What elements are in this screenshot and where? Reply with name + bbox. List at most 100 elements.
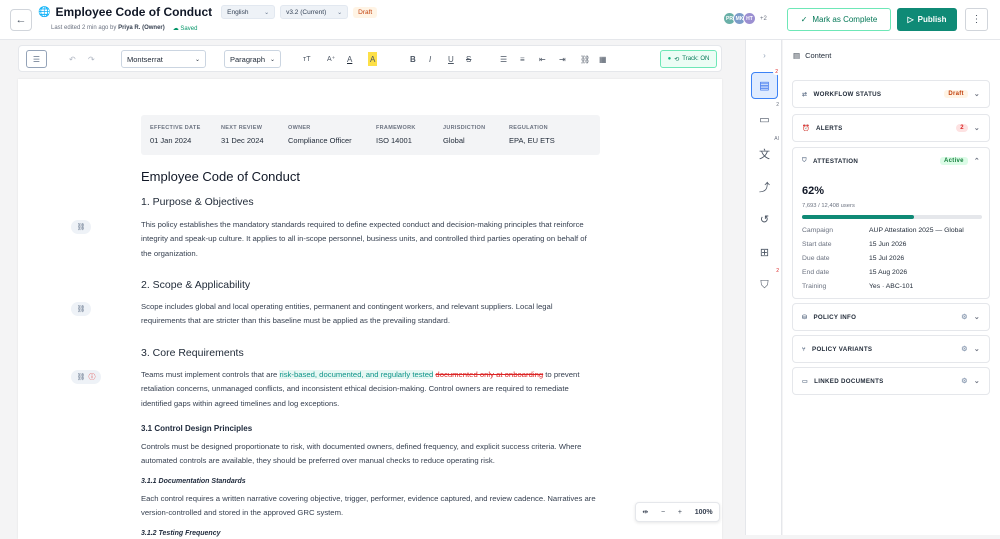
card-header[interactable]: ⇄ WORKFLOW STATUS Draft ⌄ — [793, 81, 989, 107]
text-color-icon[interactable]: A — [347, 52, 352, 66]
rail-translate-button[interactable]: 文 AI — [751, 136, 781, 167]
chevron-down-icon: ⌄ — [264, 9, 270, 16]
rail-analytics-button[interactable]: ⤴ — [751, 173, 778, 200]
row-value: 15 Jun 2026 — [869, 241, 907, 248]
workflow-status-card[interactable]: ⇄ WORKFLOW STATUS Draft ⌄ — [792, 80, 990, 108]
link-icon: ⛓ — [76, 306, 86, 313]
alerts-card[interactable]: ⏰ ALERTS 2 ⌄ — [792, 114, 990, 142]
meta-label: JURISDICTION — [443, 125, 486, 131]
subsection-heading[interactable]: 3.1 Control Design Principles — [141, 424, 252, 433]
section-link-button[interactable]: ⛓ — [71, 302, 91, 316]
publish-button[interactable]: ▷ Publish — [897, 8, 957, 31]
row-key: Campaign — [802, 227, 833, 234]
rail-comments-button[interactable]: ▭ 2 — [751, 102, 781, 133]
card-header[interactable]: ⑂ POLICY VARIANTS ⚙ ⌄ — [793, 336, 989, 362]
zoom-level[interactable]: 100% — [695, 509, 713, 516]
title-row: 🌐 Employee Code of Conduct English ⌄ v3.2… — [38, 5, 378, 19]
policy-variants-card[interactable]: ⑂ POLICY VARIANTS ⚙ ⌄ — [792, 335, 990, 363]
table-icon[interactable]: ▦ — [599, 52, 607, 66]
back-button[interactable]: ← — [10, 9, 32, 31]
avatar[interactable]: HT — [743, 12, 756, 25]
database-icon: ⛁ — [802, 313, 808, 321]
policy-info-card[interactable]: ⛁ POLICY INFO ⚙ ⌄ — [792, 303, 990, 331]
chevron-right-icon: › — [763, 50, 766, 60]
meta-cell: REGULATION EPA, EU ETS — [509, 125, 555, 145]
status-badge: Draft — [944, 90, 968, 98]
font-select[interactable]: Montserrat ⌄ — [121, 50, 206, 68]
paragraph[interactable]: Each control requires a written narrativ… — [141, 492, 596, 521]
linked-documents-card[interactable]: ▭ LINKED DOCUMENTS ⚙ ⌄ — [792, 367, 990, 395]
undo-icon[interactable]: ↶ — [69, 52, 76, 66]
more-options-button[interactable]: ⋮ — [965, 8, 988, 31]
arrow-left-icon: ← — [15, 14, 27, 26]
link-icon: ⛓ — [76, 224, 86, 231]
redo-icon[interactable]: ↷ — [88, 52, 95, 66]
card-title: POLICY INFO — [813, 313, 857, 321]
zoom-in-icon[interactable]: + — [678, 509, 682, 516]
section-heading[interactable]: 1. Purpose & Objectives — [141, 196, 254, 208]
tracked-insertion[interactable]: risk-based, documented, and regularly te… — [279, 370, 434, 379]
meta-value: Global — [443, 136, 465, 145]
panel-title: Content — [805, 51, 832, 60]
superscript-icon[interactable]: A⁺ — [327, 52, 335, 66]
outdent-icon[interactable]: ⇤ — [539, 52, 546, 66]
status-badge: Draft — [353, 6, 378, 18]
paragraph[interactable]: Controls must be designed proportionate … — [141, 440, 596, 469]
subsubsection-heading[interactable]: 3.1.2 Testing Frequency — [141, 530, 221, 537]
outline-toggle[interactable]: ☰ — [26, 50, 47, 68]
gear-icon[interactable]: ⚙ — [961, 377, 968, 385]
collapse-rail-button[interactable]: › — [751, 48, 778, 62]
gear-icon[interactable]: ⚙ — [961, 345, 968, 353]
text-size-icon[interactable]: тT — [303, 52, 310, 66]
rail-history-button[interactable]: ↺ — [751, 206, 778, 233]
zoom-out-icon[interactable]: − — [661, 509, 665, 516]
paragraph[interactable]: Scope includes global and local operatin… — [141, 300, 596, 329]
underline-icon[interactable]: U — [448, 52, 454, 66]
rail-content-button[interactable]: ▤ 2 — [751, 69, 780, 99]
version-select[interactable]: v3.2 (Current) ⌄ — [280, 5, 349, 19]
chevron-down-icon: ⌄ — [337, 9, 343, 16]
collaborator-avatars[interactable]: PR MK HT +2 — [723, 12, 767, 25]
document-heading[interactable]: Employee Code of Conduct — [141, 169, 300, 184]
strikethrough-icon[interactable]: S — [466, 52, 471, 66]
mark-complete-button[interactable]: ✓ Mark as Complete — [787, 8, 891, 31]
numbered-list-icon[interactable]: ≡ — [520, 52, 525, 66]
section-link-button[interactable]: ⛓ — [71, 220, 91, 234]
document-page[interactable]: EFFECTIVE DATE 01 Jan 2024 NEXT REVIEW 31 … — [18, 79, 722, 539]
card-header[interactable]: ▭ LINKED DOCUMENTS ⚙ ⌄ — [793, 368, 989, 394]
attestation-percent: 62% — [802, 185, 825, 197]
tracked-deletion[interactable]: documented only at onboarding — [435, 370, 543, 379]
alarm-icon: ⏰ — [802, 125, 811, 132]
bullet-list-icon[interactable]: ☰ — [500, 52, 507, 66]
attestation-row: Due date 15 Jul 2026 — [802, 255, 982, 262]
section-heading[interactable]: 3. Core Requirements — [141, 347, 244, 359]
paragraph[interactable]: This policy establishes the mandatory st… — [141, 218, 596, 261]
paragraph-style-select[interactable]: Paragraph ⌄ — [224, 50, 281, 68]
highlight-icon[interactable]: A — [368, 52, 378, 66]
rail-badge: AI — [772, 136, 781, 142]
text-run: Teams must implement controls that are — [141, 370, 280, 379]
subsubsection-heading[interactable]: 3.1.1 Documentation Standards — [141, 478, 246, 485]
italic-icon[interactable]: I — [429, 52, 431, 66]
fit-width-icon[interactable]: ⇹ — [642, 508, 648, 516]
card-title: LINKED DOCUMENTS — [814, 377, 884, 385]
rail-structure-button[interactable]: ⊞ — [751, 239, 778, 266]
card-header[interactable]: ⛉ ATTESTATION Active ⌃ — [793, 148, 989, 174]
rail-security-button[interactable]: ⛉ 2 — [751, 268, 781, 299]
track-changes-toggle[interactable]: ● ⟲ Track: ON — [660, 50, 717, 68]
section-heading[interactable]: 2. Scope & Applicability — [141, 279, 250, 291]
more-avatars-count[interactable]: +2 — [760, 16, 767, 22]
section-link-button[interactable]: ⛓ ⓘ — [71, 370, 101, 384]
link-icon[interactable]: ⛓ — [580, 52, 590, 66]
chevron-down-icon: ⌄ — [973, 314, 980, 321]
row-value: 15 Jul 2026 — [869, 255, 905, 262]
card-header[interactable]: ⏰ ALERTS 2 ⌄ — [793, 115, 989, 141]
bold-icon[interactable]: B — [410, 52, 416, 66]
language-select[interactable]: English ⌄ — [221, 5, 276, 19]
gear-icon[interactable]: ⚙ — [961, 313, 968, 321]
paragraph[interactable]: Teams must implement controls that are r… — [141, 368, 596, 411]
indent-icon[interactable]: ⇥ — [559, 52, 566, 66]
attestation-card[interactable]: ⛉ ATTESTATION Active ⌃ 62% 7,693 / 12,408 u… — [792, 147, 990, 299]
card-header[interactable]: ⛁ POLICY INFO ⚙ ⌄ — [793, 304, 989, 330]
rail-badge: 2 — [773, 69, 780, 75]
